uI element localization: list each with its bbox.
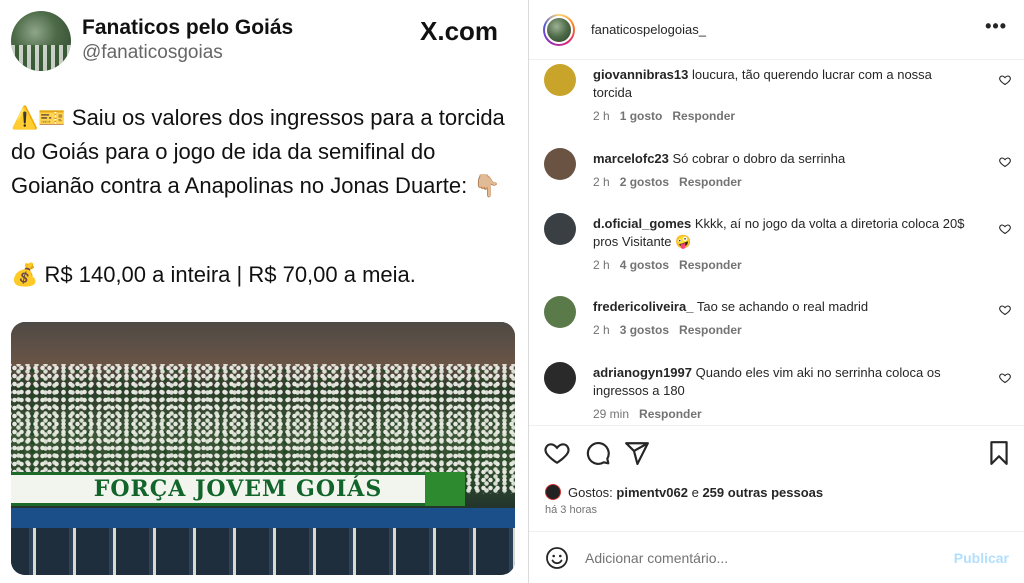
comment-body: adrianogyn1997 Quando eles vim aki no se… xyxy=(593,364,973,400)
comment-body: marcelofc23 Só cobrar o dobro da serrinh… xyxy=(593,150,973,168)
comment-meta: 2 h 1 gosto Responder xyxy=(593,109,745,123)
reply-button[interactable]: Responder xyxy=(679,258,742,272)
stadium-photo: FORÇA JOVEM GOIÁS xyxy=(11,322,515,575)
tweet-display-name: Fanaticos pelo Goiás xyxy=(82,16,294,39)
comment-likes[interactable]: 1 gosto xyxy=(620,109,663,123)
comment-username[interactable]: adrianogyn1997 xyxy=(593,365,692,380)
comment-username[interactable]: d.oficial_gomes xyxy=(593,216,691,231)
x-logo: X.com xyxy=(420,16,499,46)
comment-time: 2 h xyxy=(593,109,610,123)
like-icon[interactable] xyxy=(544,440,570,466)
tweet-price-line: 💰 R$ 140,00 a inteira | R$ 70,00 a meia. xyxy=(11,262,416,287)
comment-meta: 2 h 2 gostos Responder xyxy=(593,175,752,189)
comment-body: giovannibras13 loucura, tão querendo luc… xyxy=(593,66,973,102)
comment-username[interactable]: giovannibras13 xyxy=(593,67,688,82)
share-icon[interactable] xyxy=(624,440,650,466)
reply-button[interactable]: Responder xyxy=(672,109,735,123)
post-time[interactable]: há 3 horas xyxy=(545,504,597,516)
comment-time: 29 min xyxy=(593,407,630,421)
comment-time: 2 h xyxy=(593,175,610,189)
more-options-icon[interactable]: ••• xyxy=(985,16,1007,37)
likes-summary: Gostos: pimentv062 e 259 outras pessoas xyxy=(545,484,823,500)
comment-username[interactable]: marcelofc23 xyxy=(593,151,669,166)
liker-avatar[interactable] xyxy=(545,484,561,500)
stadium-roof xyxy=(11,322,515,366)
profile-username[interactable]: fanaticospelogoias_ xyxy=(591,22,706,37)
emoji-icon[interactable] xyxy=(545,546,569,570)
comment-likes[interactable]: 3 gostos xyxy=(620,323,669,337)
post-header: fanaticospelogoias_ ••• xyxy=(529,0,1024,60)
comment-avatar[interactable] xyxy=(544,362,576,394)
banner-text: FORÇA JOVEM GOIÁS xyxy=(93,476,383,502)
comment-likes[interactable]: 4 gostos xyxy=(620,258,669,272)
liker-username[interactable]: pimentv062 xyxy=(616,485,688,500)
stadium-wall xyxy=(11,508,515,528)
tweet-avatar xyxy=(11,11,71,71)
like-comment-icon[interactable] xyxy=(999,372,1011,384)
profile-avatar[interactable] xyxy=(543,14,575,46)
like-comment-icon[interactable] xyxy=(999,156,1011,168)
comment-input[interactable]: Adicionar comentário... xyxy=(585,550,728,566)
comment-body: d.oficial_gomes Kkkk, aí no jogo da volt… xyxy=(593,215,973,251)
reply-button[interactable]: Responder xyxy=(679,323,742,337)
brazil-flag xyxy=(425,472,465,506)
comment-icon[interactable] xyxy=(585,440,611,466)
comment-text: Tao se achando o real madrid xyxy=(696,299,869,314)
comment-text: Só cobrar o dobro da serrinha xyxy=(672,151,846,166)
comment-avatar[interactable] xyxy=(544,64,576,96)
post-actions: Gostos: pimentv062 e 259 outras pessoas … xyxy=(529,425,1024,525)
comment-avatar[interactable] xyxy=(544,296,576,328)
comment-avatar[interactable] xyxy=(544,148,576,180)
comment-username[interactable]: fredericoliveira_ xyxy=(593,299,693,314)
likes-prefix: Gostos: xyxy=(568,484,613,500)
comment-avatar[interactable] xyxy=(544,213,576,245)
lower-stand xyxy=(11,528,515,575)
like-comment-icon[interactable] xyxy=(999,223,1011,235)
like-comment-icon[interactable] xyxy=(999,74,1011,86)
publish-button[interactable]: Publicar xyxy=(954,550,1009,566)
comment-time: 2 h xyxy=(593,323,610,337)
likes-mid: e xyxy=(691,484,699,500)
fans-banner: FORÇA JOVEM GOIÁS xyxy=(11,472,465,506)
likes-others[interactable]: 259 outras pessoas xyxy=(702,485,823,500)
tweet-handle: @fanaticosgoias xyxy=(82,42,223,63)
add-comment-bar: Adicionar comentário... Publicar xyxy=(529,531,1024,583)
reply-button[interactable]: Responder xyxy=(639,407,702,421)
comment-meta: 2 h 4 gostos Responder xyxy=(593,258,752,272)
instagram-panel: fanaticospelogoias_ ••• giovannibras13 l… xyxy=(528,0,1024,583)
like-comment-icon[interactable] xyxy=(999,304,1011,316)
comments-list: giovannibras13 loucura, tão querendo luc… xyxy=(529,60,1024,425)
save-icon[interactable] xyxy=(986,440,1012,466)
tweet-text: ⚠️🎫 Saiu os valores dos ingressos para a… xyxy=(11,105,505,198)
comment-body: fredericoliveira_ Tao se achando o real … xyxy=(593,298,973,316)
comment-meta: 29 min Responder xyxy=(593,407,712,421)
comment-likes[interactable]: 2 gostos xyxy=(620,175,669,189)
comment-meta: 2 h 3 gostos Responder xyxy=(593,323,752,337)
comment-time: 2 h xyxy=(593,258,610,272)
tweet-screenshot: Fanaticos pelo Goiás @fanaticosgoias X.c… xyxy=(0,0,528,583)
reply-button[interactable]: Responder xyxy=(679,175,742,189)
